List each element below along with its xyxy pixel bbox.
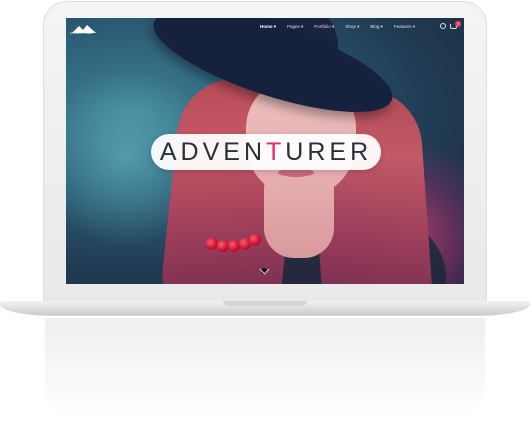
main-menu: Home ▾ Pages ▾ Portfolio ▾ Shop ▾ Blog ▾… <box>260 24 415 30</box>
hero-photo-necklace <box>206 234 266 252</box>
hero-title-part2: URER <box>285 137 373 166</box>
hero-title-accent: T <box>266 137 286 166</box>
top-navigation: ADVENTURER Home ▾ Pages ▾ Portfolio ▾ Sh… <box>66 18 464 40</box>
laptop-mockup: ADVENTURER Home ▾ Pages ▾ Portfolio ▾ Sh… <box>0 0 530 430</box>
logo-text: ADVENTURER <box>70 31 93 35</box>
menu-item-blog[interactable]: Blog ▾ <box>370 24 383 30</box>
laptop-reflection <box>45 318 485 418</box>
menu-item-pages[interactable]: Pages ▾ <box>287 24 303 30</box>
search-icon[interactable] <box>440 23 446 29</box>
hero-title-pill: ADVENTURER <box>151 134 381 170</box>
cart-count-badge: 0 <box>455 21 461 27</box>
hero-title: ADVENTURER <box>160 138 372 167</box>
laptop-screen: ADVENTURER Home ▾ Pages ▾ Portfolio ▾ Sh… <box>66 18 464 284</box>
menu-item-shop[interactable]: Shop ▾ <box>345 24 359 30</box>
menu-item-features[interactable]: Features ▾ <box>394 24 415 30</box>
site-logo[interactable]: ADVENTURER <box>70 21 98 37</box>
menu-item-portfolio[interactable]: Portfolio ▾ <box>314 24 334 30</box>
laptop-base-notch <box>223 301 307 306</box>
menu-item-home[interactable]: Home ▾ <box>260 24 276 30</box>
nav-icons: 0 <box>440 21 462 32</box>
necklace-bead <box>249 234 261 246</box>
hero-title-part1: ADVEN <box>159 137 266 166</box>
